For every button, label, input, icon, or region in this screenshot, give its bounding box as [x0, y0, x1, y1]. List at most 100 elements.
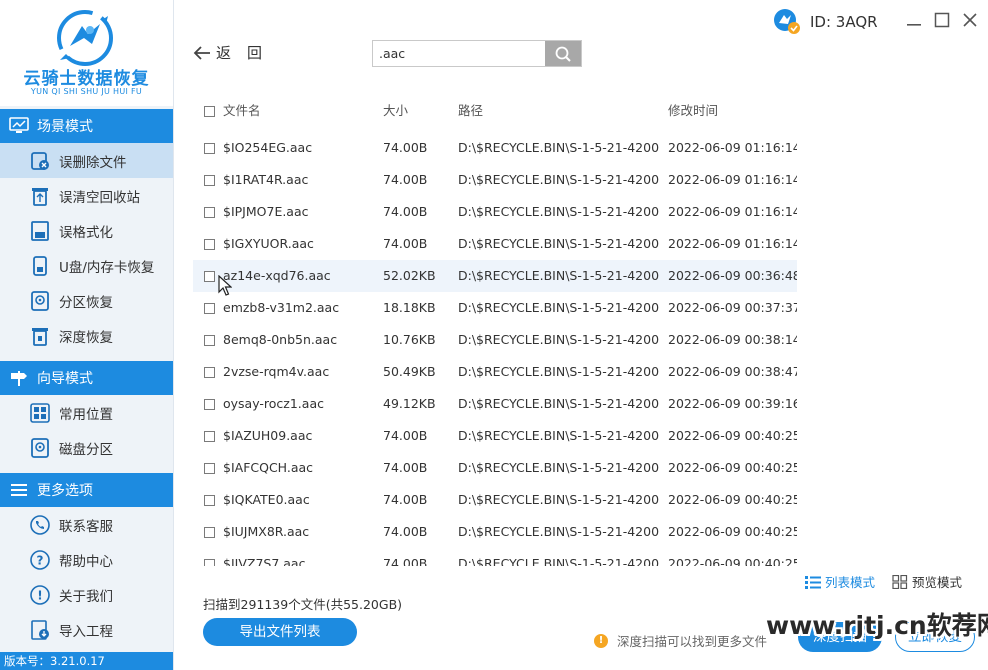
section-label: 更多选项 — [37, 483, 93, 499]
file-size: 74.00B — [383, 524, 428, 539]
table-row[interactable]: $IAFCQCH.aac 74.00B D:\$RECYCLE.BIN\S-1-… — [193, 452, 797, 484]
maximize-icon[interactable] — [934, 12, 950, 28]
sidebar-item-label: 联系客服 — [59, 518, 113, 535]
table-row[interactable]: oysay-rocz1.aac 49.12KB D:\$RECYCLE.BIN\… — [193, 388, 797, 420]
row-checkbox[interactable] — [204, 143, 215, 154]
user-id-badge[interactable]: ID: 3AQR — [772, 8, 878, 36]
file-size: 10.76KB — [383, 332, 436, 347]
row-checkbox[interactable] — [204, 527, 215, 538]
file-size: 74.00B — [383, 428, 428, 443]
row-checkbox[interactable] — [204, 303, 215, 314]
file-name: $IQKATE0.aac — [223, 492, 310, 507]
table-header: 文件名 大小 路径 修改时间 — [193, 95, 797, 127]
sidebar-item-recycle-bin[interactable]: 误清空回收站 — [0, 178, 173, 213]
table-row[interactable]: $IJVZ7S7.aac 74.00B D:\$RECYCLE.BIN\S-1-… — [193, 548, 797, 566]
sidebar-item-partition[interactable]: 分区恢复 — [0, 283, 173, 318]
file-name: $IJVZ7S7.aac — [223, 556, 306, 566]
table-row[interactable]: 2vzse-rqm4v.aac 50.49KB D:\$RECYCLE.BIN\… — [193, 356, 797, 388]
scan-stats: 扫描到291139个文件(共55.20GB) — [203, 597, 403, 612]
section-more-options[interactable]: 更多选项 — [0, 473, 173, 507]
row-checkbox[interactable] — [204, 175, 215, 186]
export-file-list-button[interactable]: 导出文件列表 — [203, 618, 357, 646]
file-path: D:\$RECYCLE.BIN\S-1-5-21-4200 — [458, 396, 660, 411]
header-time[interactable]: 修改时间 — [668, 95, 718, 127]
info-icon: ! — [30, 584, 50, 605]
monitor-icon — [9, 117, 29, 133]
header-name[interactable]: 文件名 — [223, 95, 261, 127]
table-row[interactable]: $IQKATE0.aac 74.00B D:\$RECYCLE.BIN\S-1-… — [193, 484, 797, 516]
watermark: www.rjtj.cn软荐网 — [766, 611, 988, 640]
sidebar: 云骑士数据恢复 YUN QI SHI SHU JU HUI FU 场景模式 误删… — [0, 0, 174, 670]
row-checkbox[interactable] — [204, 559, 215, 566]
file-name: $IPJMO7E.aac — [223, 204, 309, 219]
file-size: 74.00B — [383, 236, 428, 251]
file-size: 74.00B — [383, 204, 428, 219]
sidebar-item-about-us[interactable]: ! 关于我们 — [0, 577, 173, 612]
row-checkbox[interactable] — [204, 463, 215, 474]
table-row[interactable]: $IPJMO7E.aac 74.00B D:\$RECYCLE.BIN\S-1-… — [193, 196, 797, 228]
search-input[interactable] — [373, 41, 557, 66]
preview-mode-label: 预览模式 — [912, 575, 963, 590]
table-row[interactable]: $IGXYUOR.aac 74.00B D:\$RECYCLE.BIN\S-1-… — [193, 228, 797, 260]
file-path: D:\$RECYCLE.BIN\S-1-5-21-4200 — [458, 204, 660, 219]
table-row[interactable]: 8emq8-0nb5n.aac 10.76KB D:\$RECYCLE.BIN\… — [193, 324, 797, 356]
table-row[interactable]: $IAZUH09.aac 74.00B D:\$RECYCLE.BIN\S-1-… — [193, 420, 797, 452]
file-name: $IAFCQCH.aac — [223, 460, 314, 475]
row-checkbox[interactable] — [204, 399, 215, 410]
table-row[interactable]: $I1RAT4R.aac 74.00B D:\$RECYCLE.BIN\S-1-… — [193, 164, 797, 196]
file-size: 49.12KB — [383, 396, 436, 411]
sidebar-item-deep-recover[interactable]: 深度恢复 — [0, 318, 173, 353]
row-checkbox[interactable] — [204, 207, 215, 218]
sidebar-item-usb[interactable]: U盘/内存卡恢复 — [0, 248, 173, 283]
file-path: D:\$RECYCLE.BIN\S-1-5-21-4200 — [458, 428, 660, 443]
search-button[interactable] — [545, 41, 581, 66]
sidebar-item-label: 误删除文件 — [59, 154, 127, 171]
preview-mode-button[interactable]: 预览模式 — [892, 572, 962, 591]
row-checkbox[interactable] — [204, 239, 215, 250]
sidebar-item-contact-support[interactable]: 联系客服 — [0, 507, 173, 542]
file-name: $I1RAT4R.aac — [223, 172, 309, 187]
header-path[interactable]: 路径 — [458, 95, 670, 127]
file-name: oysay-rocz1.aac — [223, 396, 324, 411]
knight-logo-icon — [57, 10, 113, 66]
sidebar-item-label: 帮助中心 — [59, 553, 113, 570]
row-checkbox[interactable] — [204, 271, 215, 282]
list-mode-button[interactable]: 列表模式 — [805, 572, 875, 591]
back-label: 返回 — [216, 44, 279, 62]
close-icon[interactable] — [962, 12, 978, 28]
row-checkbox[interactable] — [204, 335, 215, 346]
sidebar-item-common-locations[interactable]: 常用位置 — [0, 395, 173, 430]
warning-icon: ! — [594, 633, 608, 648]
table-row[interactable]: az14e-xqd76.aac 52.02KB D:\$RECYCLE.BIN\… — [193, 260, 797, 292]
svg-text:?: ? — [37, 553, 44, 567]
sidebar-item-disk-partition[interactable]: 磁盘分区 — [0, 430, 173, 465]
section-label: 向导模式 — [37, 371, 93, 387]
file-name: $IO254EG.aac — [223, 140, 313, 155]
sidebar-item-format[interactable]: 误格式化 — [0, 213, 173, 248]
minimize-icon[interactable] — [906, 12, 922, 28]
file-time: 2022-06-09 00:36:48 — [668, 268, 797, 283]
select-all-checkbox[interactable] — [204, 106, 215, 117]
row-checkbox[interactable] — [204, 431, 215, 442]
table-row[interactable]: $IUJMX8R.aac 74.00B D:\$RECYCLE.BIN\S-1-… — [193, 516, 797, 548]
file-size: 74.00B — [383, 492, 428, 507]
file-size: 74.00B — [383, 556, 428, 566]
table-row[interactable]: $IO254EG.aac 74.00B D:\$RECYCLE.BIN\S-1-… — [193, 132, 797, 164]
file-name: emzb8-v31m2.aac — [223, 300, 340, 315]
sidebar-item-help-center[interactable]: ? 帮助中心 — [0, 542, 173, 577]
sidebar-item-import-project[interactable]: 导入工程 — [0, 612, 173, 647]
row-checkbox[interactable] — [204, 367, 215, 378]
row-checkbox[interactable] — [204, 495, 215, 506]
section-guide-mode[interactable]: 向导模式 — [0, 361, 173, 395]
table-row[interactable]: emzb8-v31m2.aac 18.18KB D:\$RECYCLE.BIN\… — [193, 292, 797, 324]
search-icon — [555, 46, 571, 62]
file-size: 52.02KB — [383, 268, 436, 283]
file-path: D:\$RECYCLE.BIN\S-1-5-21-4200 — [458, 556, 660, 566]
search-box[interactable] — [372, 40, 582, 67]
back-button[interactable]: 返回 — [192, 42, 278, 63]
partition-icon — [31, 290, 49, 311]
header-size[interactable]: 大小 — [383, 95, 408, 127]
sidebar-item-deleted-files[interactable]: 误删除文件 — [0, 143, 173, 178]
section-scene-mode[interactable]: 场景模式 — [0, 109, 173, 143]
file-delete-icon — [31, 151, 49, 170]
